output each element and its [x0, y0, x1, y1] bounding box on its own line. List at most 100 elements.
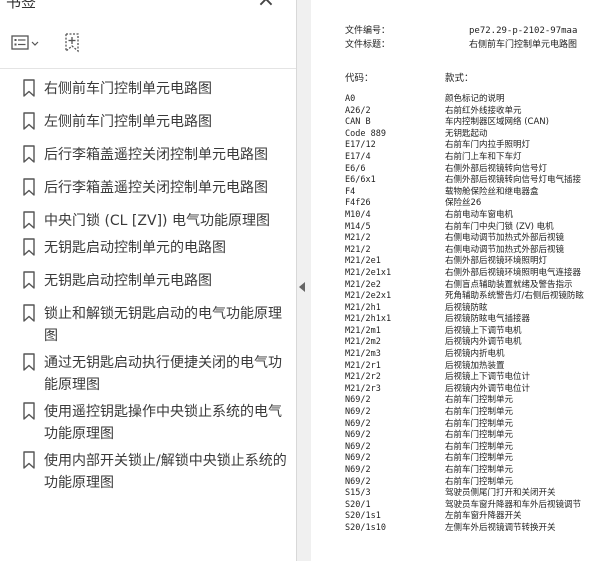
component-description: 右侧电动调节加热式外部后视镜 [445, 233, 565, 244]
component-description: 右前车门控制单元 [445, 407, 514, 418]
legend-row: S20/1 驾驶员车窗升降器和车外后视镜调节 [345, 500, 584, 512]
component-description: 右前车门控制单元 [445, 418, 514, 429]
bookmark-item[interactable]: 左侧前车门控制单元电路图 [0, 109, 296, 133]
component-description: 后视镜防眩电气插接器 [445, 314, 531, 325]
bookmark-item[interactable]: 中央门锁 (CL [ZV]) 电气功能原理图 [0, 208, 296, 232]
component-code: N69/2 [345, 407, 371, 418]
bookmark-item[interactable]: 后行李箱盖遥控关闭控制单元电路图 [0, 175, 296, 199]
component-code: N69/2 [345, 476, 371, 487]
legend-row: N69/2 右前车门控制单元 [345, 442, 584, 454]
legend-code-header: 代码： [345, 73, 374, 84]
component-description: 后视镜内外调节电机 [445, 337, 522, 348]
bookmark-label: 中央门锁 (CL [ZV]) 电气功能原理图 [44, 213, 270, 229]
legend-row: E6/6 右侧外部后视镜转向信号灯 [345, 164, 584, 176]
component-description: 右前车门控制单元 [445, 395, 514, 406]
component-description: 右前电动车窗电机 [445, 209, 514, 220]
meta-value: 右侧前车门控制单元电路图 [469, 40, 578, 50]
bookmark-item[interactable]: 使用遥控钥匙操作中央锁止系统的电气功能原理图 [0, 399, 296, 445]
component-description: 后视镜上下调节电位计 [445, 372, 531, 383]
legend-row: M21/2e1x1 右侧外部后视镜环境照明电气连接器 [345, 268, 584, 280]
bookmark-item[interactable]: 使用内部开关锁止/解锁中央锁止系统的功能原理图 [0, 448, 296, 494]
component-description: 右侧外部后视镜转向信号灯 [445, 163, 548, 174]
bookmark-item[interactable]: 无钥匙启动控制单元的电路图 [0, 235, 296, 259]
bookmark-item[interactable]: 后行李箱盖遥控关闭控制单元电路图 [0, 142, 296, 166]
component-code: M21/2e2x1 [345, 291, 392, 302]
legend-row: N69/2 右前车门控制单元 [345, 395, 584, 407]
component-code: M21/2r2 [345, 372, 381, 383]
bookmark-icon [23, 238, 35, 256]
bookmark-icon [23, 211, 35, 229]
bookmark-icon [23, 145, 35, 163]
component-code: S20/1s1 [345, 511, 381, 522]
legend-row: M21/2m2 后视镜内外调节电机 [345, 337, 584, 349]
legend-row: M21/2e2x1 死角辅助系统警告灯/右侧后视镜防眩 [345, 291, 584, 303]
component-description: 无钥匙起动 [445, 128, 488, 139]
meta-row: 文件标题： 右侧前车门控制单元电路图 [345, 38, 577, 52]
legend-row: M21/2e2 右侧盲点辅助装置就绪及警告指示 [345, 280, 584, 292]
component-description: 右前车门控制单元 [445, 476, 514, 487]
component-code: M21/2e2 [345, 279, 381, 290]
component-code: Code 889 [345, 128, 386, 139]
bookmark-label: 通过无钥匙启动执行便捷关闭的电气功能原理图 [44, 355, 282, 393]
component-code: M21/2e1 [345, 256, 381, 267]
bookmarks-toolbar [0, 28, 296, 62]
legend-row: N69/2 右前车门控制单元 [345, 465, 584, 477]
component-description: 右前车门中央门锁 (ZV) 电机 [445, 221, 554, 232]
legend-row: N69/2 右前车门控制单元 [345, 419, 584, 431]
legend-row: S20/1s1 左前车窗升降器开关 [345, 511, 584, 523]
component-code: M21/2m3 [345, 349, 381, 360]
legend-row: Code 889 无钥匙起动 [345, 129, 584, 141]
component-description: 后视镜内折电机 [445, 349, 505, 360]
component-code: A0 [345, 94, 356, 104]
bookmark-item[interactable]: 通过无钥匙启动执行便捷关闭的电气功能原理图 [0, 350, 296, 396]
panel-title: 书签 [6, 0, 37, 11]
legend-row: A26/2 右前红外线接收单元 [345, 106, 584, 118]
component-description: 右侧外部后视镜环境照明电气连接器 [445, 267, 582, 278]
component-code: E6/6 [345, 163, 366, 174]
legend-row: M21/2r2 后视镜上下调节电位计 [345, 372, 584, 384]
legend-row: F4f26 保险丝26 [345, 198, 584, 210]
component-description: 驾驶员侧尾门打开和关闭开关 [445, 488, 556, 499]
options-menu-button[interactable] [10, 32, 44, 54]
legend-table: A0 颜色标记的说明 A26/2 右前红外线接收单元 CAN B 车内控制器区域网络 (C… [345, 94, 584, 535]
component-code: M21/2e1x1 [345, 267, 392, 278]
close-panel-button[interactable]: × [256, 0, 276, 11]
bookmark-label: 锁止和解锁无钥匙启动的电气功能原理图 [44, 306, 282, 344]
component-description: 颜色标记的说明 [445, 94, 505, 104]
component-code: N69/2 [345, 418, 371, 429]
component-description: 车内控制器区域网络 (CAN) [445, 117, 549, 128]
legend-row: F4 载物舱保险丝和继电器盒 [345, 187, 584, 199]
meta-key: 文件标题： [345, 40, 391, 50]
bookmark-label: 左侧前车门控制单元电路图 [44, 114, 212, 130]
component-code: M21/2r3 [345, 383, 381, 394]
bookmark-label: 使用遥控钥匙操作中央锁止系统的电气功能原理图 [44, 404, 282, 442]
component-description: 右侧外部后视镜环境照明灯 [445, 256, 548, 267]
legend-row: M21/2r1 后视镜加热装置 [345, 361, 584, 373]
legend-row: CAN B 车内控制器区域网络 (CAN) [345, 117, 584, 129]
component-code: M14/5 [345, 221, 371, 232]
component-description: 后视镜加热装置 [445, 360, 505, 371]
component-code: N69/2 [345, 465, 371, 475]
legend-row: N69/2 右前车门控制单元 [345, 477, 584, 489]
legend-row: A0 颜色标记的说明 [345, 94, 584, 106]
meta-value: pe72.29-p-2102-97maa [469, 26, 578, 36]
bookmark-label: 后行李箱盖遥控关闭控制单元电路图 [44, 180, 268, 196]
component-code: E6/6x1 [345, 175, 376, 186]
legend-row: M21/2h1 后视镜防眩 [345, 303, 584, 315]
legend-row: E17/4 右前门上车和下车灯 [345, 152, 584, 164]
bookmark-item[interactable]: 锁止和解锁无钥匙启动的电气功能原理图 [0, 301, 296, 347]
bookmark-item[interactable]: 无钥匙启动控制单元电路图 [0, 268, 296, 292]
add-bookmark-button[interactable] [60, 32, 84, 54]
collapse-panel-handle[interactable] [297, 272, 307, 302]
triangle-left-icon [299, 282, 305, 292]
legend-row: M21/2e1 右侧外部后视镜环境照明灯 [345, 256, 584, 268]
component-description: 右前车门控制单元 [445, 453, 514, 464]
component-code: M21/2m2 [345, 337, 381, 348]
meta-key: 文件编号： [345, 26, 391, 36]
bookmark-icon [23, 402, 35, 420]
legend-row: M10/4 右前电动车窗电机 [345, 210, 584, 222]
component-description: 右侧盲点辅助装置就绪及警告指示 [445, 279, 573, 290]
component-code: M21/2 [345, 244, 371, 255]
bookmark-icon [23, 271, 35, 289]
bookmark-item[interactable]: 右侧前车门控制单元电路图 [0, 76, 296, 100]
